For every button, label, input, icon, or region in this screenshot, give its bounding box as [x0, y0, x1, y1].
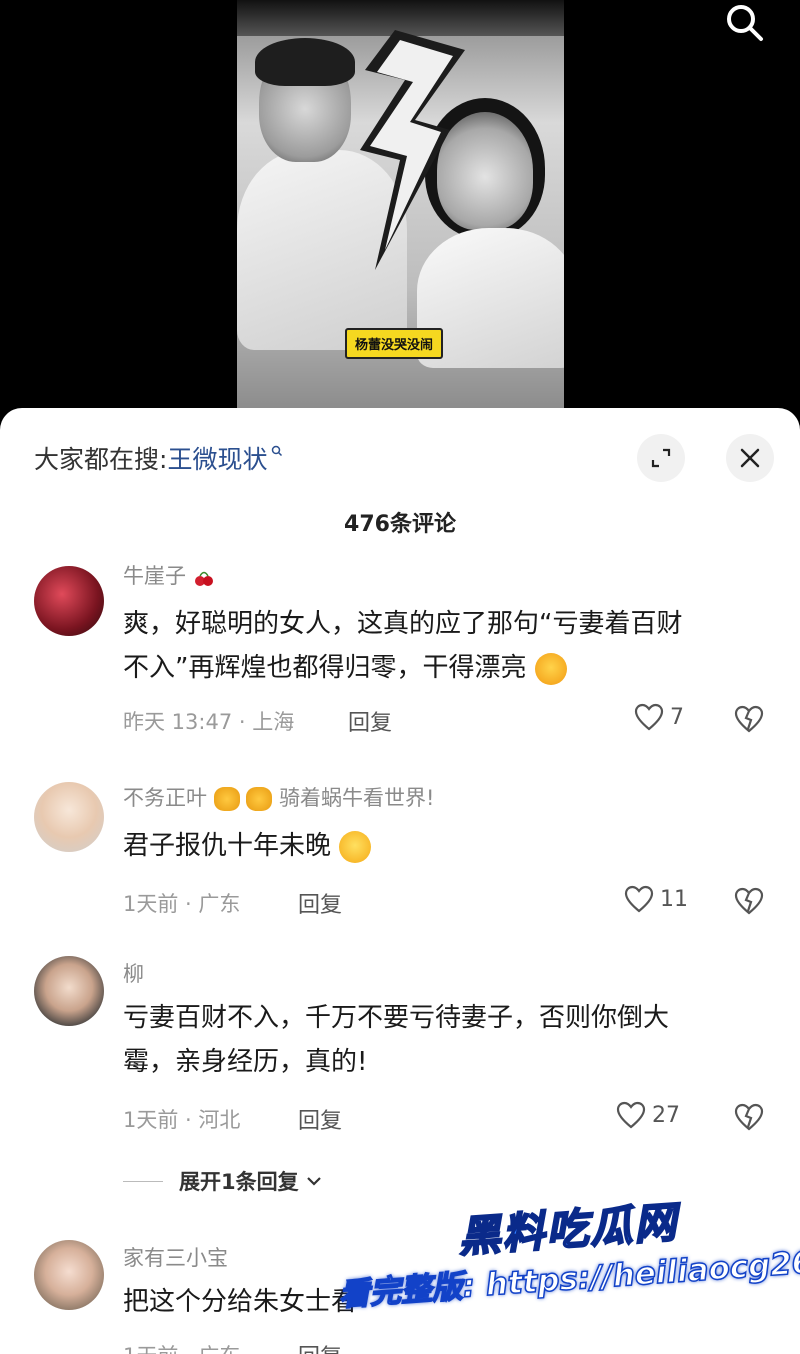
avatar[interactable] [34, 956, 104, 1026]
like-button[interactable]: 11 [624, 885, 688, 913]
comment-item: 牛崖子 爽，好聪明的女人，这真的应了那句“亏妻着百财 不入”再辉煌也都得归零，干… [0, 558, 800, 748]
comment-text-line: 亏妻百财不入，千万不要亏待妻子，否则你倒大 [123, 1003, 670, 1033]
username-text[interactable]: 牛崖子 [123, 564, 186, 588]
close-icon [740, 448, 760, 468]
comment-username[interactable]: 不务正叶 骑着蜗牛看世界! [123, 782, 434, 812]
avatar[interactable] [34, 566, 104, 636]
broken-heart-icon[interactable] [734, 1103, 764, 1131]
lightning-bolt-icon [360, 30, 465, 270]
reply-button[interactable]: 回复 [348, 705, 392, 737]
comment-meta: 1天前 · 广东 [123, 892, 241, 916]
man-hair [255, 38, 355, 86]
comment-count: 476条评论 [344, 512, 456, 537]
search-suggestion-label: 大家都在搜: [34, 445, 168, 474]
rock-hand-icon [246, 787, 273, 811]
video-player[interactable]: 杨蕾没哭没闹 [0, 0, 800, 430]
heart-icon [624, 885, 654, 913]
like-count: 7 [670, 704, 684, 730]
video-caption-sticker: 杨蕾没哭没闹 [345, 328, 444, 359]
avatar[interactable] [34, 1240, 104, 1310]
expand-replies-button[interactable]: 展开1条回复 [123, 1166, 323, 1196]
broken-heart-icon[interactable] [734, 887, 764, 915]
rock-hand-icon [213, 787, 240, 811]
video-frame: 杨蕾没哭没闹 [237, 0, 564, 410]
search-icon[interactable] [722, 2, 766, 46]
reply-button[interactable]: 回复 [298, 1103, 342, 1135]
avatar[interactable] [34, 782, 104, 852]
comment-text: 爽，好聪明的女人，这真的应了那句“亏妻着百财 不入”再辉煌也都得归零，干得漂亮 [123, 602, 773, 690]
comment-text-line: 爽，好聪明的女人，这真的应了那句“亏妻着百财 [123, 609, 683, 639]
expand-icon [651, 448, 671, 468]
expand-replies-label[interactable]: 展开1条回复 [179, 1166, 299, 1196]
like-count: 27 [652, 1102, 680, 1128]
laughing-emoji-icon [339, 830, 372, 863]
reply-button[interactable]: 回复 [298, 887, 342, 919]
expand-button[interactable] [637, 434, 685, 482]
username-suffix[interactable]: 骑着蜗牛看世界! [279, 786, 434, 810]
comment-username[interactable]: 柳 [123, 958, 144, 988]
comment-username[interactable]: 牛崖子 [123, 560, 215, 590]
heart-icon [634, 703, 664, 731]
comment-username[interactable]: 家有三小宝 [123, 1242, 228, 1272]
search-suggestion[interactable]: 大家都在搜: 王微现状 [34, 438, 283, 478]
close-button[interactable] [726, 434, 774, 482]
comment-meta: 昨天 13:47 · 上海 [123, 710, 295, 734]
comment-text-line: 霉，亲身经历，真的! [123, 1047, 368, 1077]
like-count: 11 [660, 886, 688, 912]
comment-meta: 1天前 · 河北 [123, 1108, 241, 1132]
comment-item: 不务正叶 骑着蜗牛看世界! 君子报仇十年未晚 1天前 · 广东 回复 11 [0, 778, 800, 928]
comment-meta: 1天前 · 广东 [123, 1340, 240, 1354]
comment-item: 柳 亏妻百财不入，千万不要亏待妻子，否则你倒大 霉，亲身经历，真的! 1天前 ·… [0, 956, 800, 1206]
like-button[interactable]: 27 [616, 1101, 680, 1129]
small-search-icon [272, 445, 283, 457]
broken-heart-icon[interactable] [734, 705, 764, 733]
divider-line [123, 1180, 163, 1182]
comment-text-content: 不入”再辉煌也都得归零，干得漂亮 [123, 653, 527, 683]
heart-icon [616, 1101, 646, 1129]
username-text[interactable]: 不务正叶 [123, 786, 207, 810]
comment-text: 亏妻百财不入，千万不要亏待妻子，否则你倒大 霉，亲身经历，真的! [123, 996, 773, 1084]
comment-text-content: 君子报仇十年未晚 [123, 831, 332, 861]
thumbs-up-icon [534, 652, 567, 685]
comment-text: 君子报仇十年未晚 [123, 824, 773, 868]
cherry-icon [193, 568, 215, 586]
comment-text-line-2: 不入”再辉煌也都得归零，干得漂亮 [123, 646, 773, 690]
comments-sheet: 大家都在搜: 王微现状 476条评论 牛崖子 爽，好聪明的女人，这真的应了那句“… [0, 408, 800, 1354]
like-button[interactable]: 7 [634, 703, 684, 731]
comment-text-content: 把这个分给朱女士看 [123, 1287, 358, 1317]
chevron-down-icon [306, 1177, 321, 1186]
search-suggestion-term[interactable]: 王微现状 [167, 440, 267, 476]
reply-button[interactable]: 回复 [298, 1339, 342, 1354]
